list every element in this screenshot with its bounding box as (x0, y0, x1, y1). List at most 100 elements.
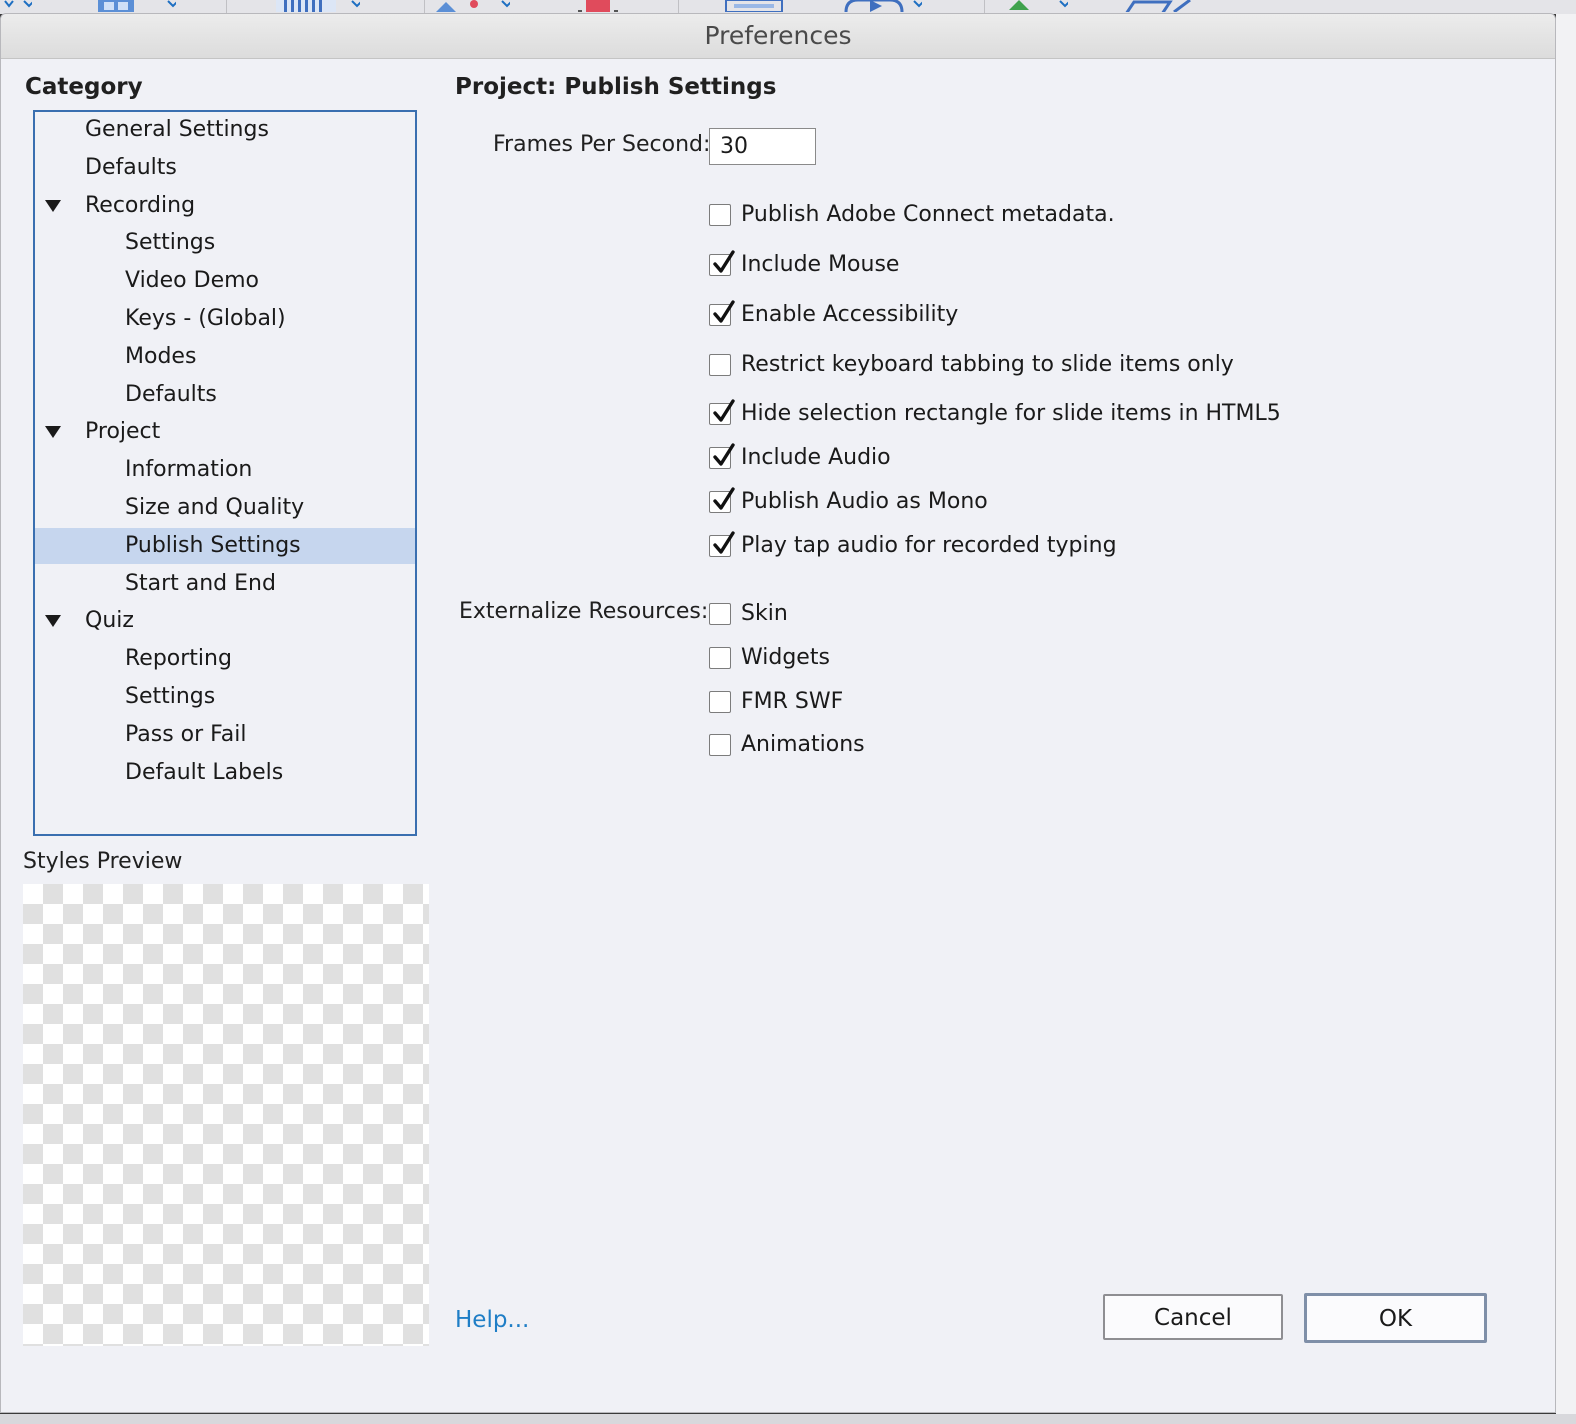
externalize-resources-label: Externalize Resources: (459, 599, 709, 624)
category-tree[interactable]: General Settings Defaults Recording Setting… (33, 110, 417, 836)
tree-item-start-and-end[interactable]: Start and End (35, 566, 415, 602)
toolbar-separator (984, 0, 985, 14)
checkmark-icon (713, 300, 735, 323)
styles-preview-area (23, 884, 429, 1346)
checkbox[interactable] (709, 204, 731, 226)
tree-item-publish-settings[interactable]: Publish Settings (35, 527, 415, 564)
tree-item-label: Modes (125, 343, 197, 369)
chevron-down-icon[interactable] (166, 0, 176, 8)
tree-item-label: Project (85, 419, 161, 445)
option-label: Widgets (741, 645, 830, 670)
tree-item-pass-or-fail[interactable]: Pass or Fail (35, 717, 415, 753)
tree-item-keys-global[interactable]: Keys - (Global) (35, 301, 415, 337)
tree-item-label: Keys - (Global) (125, 306, 286, 331)
disclosure-triangle-icon[interactable] (45, 426, 61, 439)
chevron-down-icon[interactable] (500, 0, 510, 8)
option-label: Restrict keyboard tabbing to slide items… (741, 352, 1234, 377)
tree-item-general-settings[interactable]: General Settings (35, 112, 415, 148)
checkmark-icon (713, 250, 735, 273)
fps-label: Frames Per Second: (493, 132, 711, 157)
option-label: Include Audio (741, 445, 891, 470)
tree-item-label: Quiz (85, 608, 134, 634)
checkbox[interactable] (709, 691, 731, 713)
tree-item-modes[interactable]: Modes (35, 339, 415, 375)
audio-icon[interactable] (276, 0, 336, 12)
option-label: FMR SWF (741, 689, 844, 714)
slide-icon[interactable] (724, 0, 784, 12)
tree-item-label: Video Demo (125, 268, 259, 294)
fps-input[interactable] (709, 128, 816, 165)
record-icon[interactable] (576, 0, 622, 12)
tree-item-defaults[interactable]: Defaults (35, 150, 415, 186)
tree-item-defaults[interactable]: Defaults (35, 377, 415, 413)
checkbox[interactable] (709, 734, 731, 756)
option-label: Publish Adobe Connect metadata. (741, 202, 1115, 227)
slide-layout-icon[interactable] (96, 0, 136, 12)
styles-preview-label: Styles Preview (23, 849, 183, 874)
tree-item-label: Settings (125, 684, 216, 709)
cancel-button[interactable]: Cancel (1103, 1294, 1283, 1340)
chevron-down-icon[interactable] (1058, 0, 1068, 8)
disclosure-triangle-icon[interactable] (45, 199, 61, 212)
tree-item-recording[interactable]: Recording (35, 188, 415, 224)
ok-button[interactable]: OK (1304, 1293, 1487, 1343)
tree-item-label: Start and End (125, 570, 276, 596)
option-label: Animations (741, 732, 865, 757)
tree-item-settings[interactable]: Settings (35, 679, 415, 715)
tree-item-reporting[interactable]: Reporting (35, 641, 415, 677)
option-label: Skin (741, 601, 788, 626)
toolbar-separator (226, 0, 227, 14)
assets-icon[interactable] (1120, 0, 1200, 12)
tree-item-label: Information (125, 457, 253, 483)
preview-icon[interactable] (842, 0, 906, 12)
disclosure-triangle-icon[interactable] (45, 615, 61, 628)
checkbox[interactable] (709, 647, 731, 669)
checkmark-icon (713, 399, 735, 422)
toolbar-separator (424, 0, 425, 14)
checkbox-checked[interactable] (709, 300, 735, 326)
checkbox-checked[interactable] (709, 487, 735, 513)
option-label: Publish Audio as Mono (741, 489, 988, 514)
tree-item-size-and-quality[interactable]: Size and Quality (35, 490, 415, 526)
tree-item-project[interactable]: Project (35, 414, 415, 450)
chevron-down-icon[interactable] (4, 0, 14, 8)
option-label: Enable Accessibility (741, 302, 959, 327)
tree-item-settings[interactable]: Settings (35, 225, 415, 261)
tree-item-video-demo[interactable]: Video Demo (35, 263, 415, 299)
checkmark-icon (713, 531, 735, 554)
tree-item-quiz[interactable]: Quiz (35, 603, 415, 639)
help-link[interactable]: Help... (455, 1307, 529, 1333)
chevron-down-icon[interactable] (350, 0, 360, 8)
interactions-icon[interactable] (434, 0, 484, 12)
publish-icon[interactable] (1004, 0, 1034, 12)
checkbox[interactable] (709, 354, 731, 376)
chevron-down-icon[interactable] (22, 0, 32, 8)
option-label: Play tap audio for recorded typing (741, 533, 1117, 558)
tree-item-label: Defaults (125, 381, 217, 407)
tree-item-label: Size and Quality (125, 495, 305, 520)
checkbox-checked[interactable] (709, 250, 735, 276)
tree-item-label: Publish Settings (125, 532, 301, 558)
checkbox[interactable] (709, 603, 731, 625)
tree-item-label: Default Labels (125, 759, 284, 785)
tree-item-label: Recording (85, 192, 196, 218)
checkbox-checked[interactable] (709, 443, 735, 469)
tree-item-default-labels[interactable]: Default Labels (35, 755, 415, 791)
tree-item-label: General Settings (85, 117, 269, 142)
checkmark-icon (713, 487, 735, 510)
chevron-down-icon[interactable] (912, 0, 922, 8)
tree-item-label: Settings (125, 230, 216, 256)
panel-title: Project: Publish Settings (455, 74, 777, 100)
category-heading: Category (25, 74, 143, 100)
app-toolbar (0, 0, 1576, 14)
preferences-dialog: Preferences Category General Settings Def… (0, 13, 1556, 1413)
tree-item-label: Pass or Fail (125, 721, 247, 747)
checkbox-checked[interactable] (709, 399, 735, 425)
option-label: Hide selection rectangle for slide items… (741, 401, 1281, 426)
tree-item-label: Reporting (125, 646, 232, 672)
tree-item-label: Defaults (85, 154, 177, 180)
tree-item-information[interactable]: Information (35, 452, 415, 488)
app-side-panel (1556, 14, 1576, 1424)
dialog-title: Preferences (1, 14, 1555, 59)
checkbox-checked[interactable] (709, 531, 735, 557)
